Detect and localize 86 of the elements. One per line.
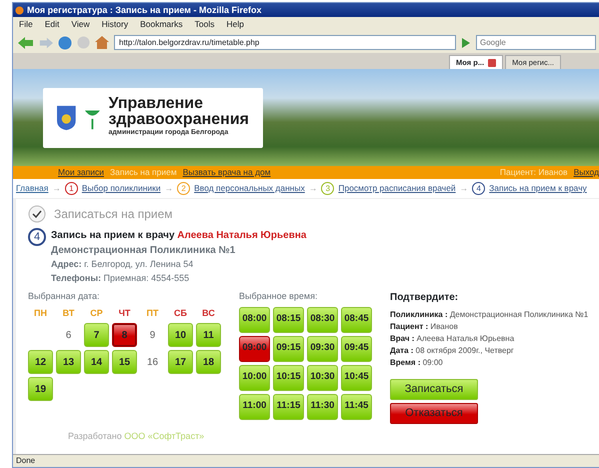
logout-link[interactable]: Выход: [574, 166, 599, 179]
step-number: 4: [472, 182, 486, 195]
confirm-line: Поликлиника : Демонстрационная Поликлиника №1: [390, 309, 588, 321]
step-number: 1: [64, 182, 78, 195]
clinic-name: Демонстрационная Поликлиника №1: [51, 244, 236, 258]
confirm-title: Подтвердите:: [390, 291, 460, 305]
arrow-separator: →: [308, 182, 318, 195]
weekday-label: ВС: [201, 306, 216, 320]
footer-text: Разработано ООО «СофтТраст»: [68, 430, 206, 443]
menu-item[interactable]: History: [102, 18, 128, 31]
menu-item[interactable]: Tools: [194, 18, 214, 31]
time-button[interactable]: 10:45: [341, 364, 372, 390]
time-button[interactable]: 08:45: [341, 306, 372, 332]
step-number: 4: [28, 228, 46, 246]
back-arrow-icon[interactable]: [18, 36, 34, 48]
arrow-separator: →: [460, 182, 468, 195]
time-label: Выбранное время:: [239, 290, 318, 303]
date-text: 9: [148, 328, 156, 342]
date-button[interactable]: 15: [112, 350, 137, 374]
time-button[interactable]: 11:45: [341, 394, 372, 420]
date-button[interactable]: 18: [196, 350, 221, 374]
time-button[interactable]: 11:15: [273, 394, 304, 420]
forward-arrow-icon[interactable]: [39, 36, 53, 48]
arrow-separator: →: [52, 182, 61, 195]
time-button[interactable]: 08:00: [239, 306, 270, 332]
weekday-label: ЧТ: [118, 306, 132, 320]
breadcrumb-link[interactable]: Главная: [16, 182, 48, 195]
menu-item[interactable]: Edit: [44, 18, 60, 31]
breadcrumb-link[interactable]: Ввод персональных данных: [194, 182, 305, 195]
date-text: 6: [64, 328, 72, 342]
confirm-line: Врач : Алеева Наталья Юрьевна: [390, 333, 516, 345]
menu-item[interactable]: Help: [226, 18, 244, 31]
time-button[interactable]: 10:00: [239, 364, 270, 390]
time-button[interactable]: 11:30: [307, 394, 338, 420]
time-button[interactable]: 10:15: [273, 364, 304, 390]
time-button[interactable]: 08:15: [273, 306, 304, 332]
weekday-label: ПН: [33, 306, 48, 320]
date-button[interactable]: 19: [28, 377, 53, 401]
clinic-phones: Телефоны: Приемная: 4554-555: [51, 272, 190, 285]
time-button[interactable]: 08:30: [307, 306, 338, 332]
time-button[interactable]: 09:45: [341, 336, 372, 362]
section-title: Записаться на прием: [54, 206, 173, 223]
window-title: Моя регистратура : Запись на прием - Mozilla Firefox: [27, 4, 262, 17]
weekday-label: ВТ: [62, 306, 76, 320]
confirm-line: Время : 09:00: [390, 357, 444, 369]
confirm-line: Дата : 08 октября 2009г., Четверг: [390, 345, 515, 357]
breadcrumb-link[interactable]: Запись на прием к врачу: [489, 182, 587, 195]
date-button[interactable]: 14: [84, 350, 109, 374]
time-button[interactable]: 11:00: [239, 394, 270, 420]
address-field[interactable]: http://talon.belgorzdrav.ru/timetable.php: [114, 35, 456, 50]
step-number: 2: [177, 182, 190, 195]
date-label: Выбранная дата:: [28, 290, 101, 303]
time-button[interactable]: 09:30: [307, 336, 338, 362]
weekday-label: СР: [89, 306, 104, 320]
breadcrumb-link[interactable]: Просмотр расписания врачей: [338, 182, 456, 195]
menu-item[interactable]: File: [19, 18, 33, 31]
submit-button[interactable]: Записаться: [390, 379, 478, 400]
weekday-label: СБ: [173, 306, 188, 320]
search-field[interactable]: Google: [476, 35, 596, 50]
clinic-address: Адрес: г. Белгород, ул. Ленина 54: [51, 258, 194, 271]
date-button[interactable]: 17: [168, 350, 193, 374]
time-button[interactable]: 09:15: [273, 336, 304, 362]
date-text: 16: [146, 356, 160, 370]
menu-item[interactable]: View: [71, 18, 90, 31]
patient-name: Пациент: Иванов: [500, 166, 568, 179]
date-button[interactable]: 11: [196, 323, 221, 347]
status-bar: Done: [13, 454, 599, 467]
home-icon[interactable]: [95, 36, 109, 49]
coat-of-arms-icon: [57, 104, 76, 130]
step-title: Запись на прием к врачу Алеева Наталья Юрьевна: [51, 229, 306, 243]
weekday-label: ПТ: [146, 306, 160, 320]
date-button[interactable]: 13: [56, 350, 81, 374]
close-icon[interactable]: [488, 58, 496, 66]
time-button[interactable]: 10:30: [307, 364, 338, 390]
date-button[interactable]: 10: [168, 323, 193, 347]
nav-link-item[interactable]: Вызвать врача на дом: [182, 166, 271, 179]
confirm-line: Пациент : Иванов: [390, 321, 459, 333]
menu-item[interactable]: Bookmarks: [140, 18, 183, 31]
date-button[interactable]: 7: [84, 323, 109, 347]
date-button[interactable]: 12: [28, 350, 53, 374]
step-number: 3: [321, 182, 334, 195]
breadcrumb-link[interactable]: Выбор поликлиники: [82, 182, 161, 195]
arrow-separator: →: [164, 182, 174, 195]
nav-link-item[interactable]: Мои записи: [58, 166, 104, 179]
logo-title: Управление здравоохранения: [108, 96, 249, 128]
go-icon[interactable]: [461, 38, 471, 48]
